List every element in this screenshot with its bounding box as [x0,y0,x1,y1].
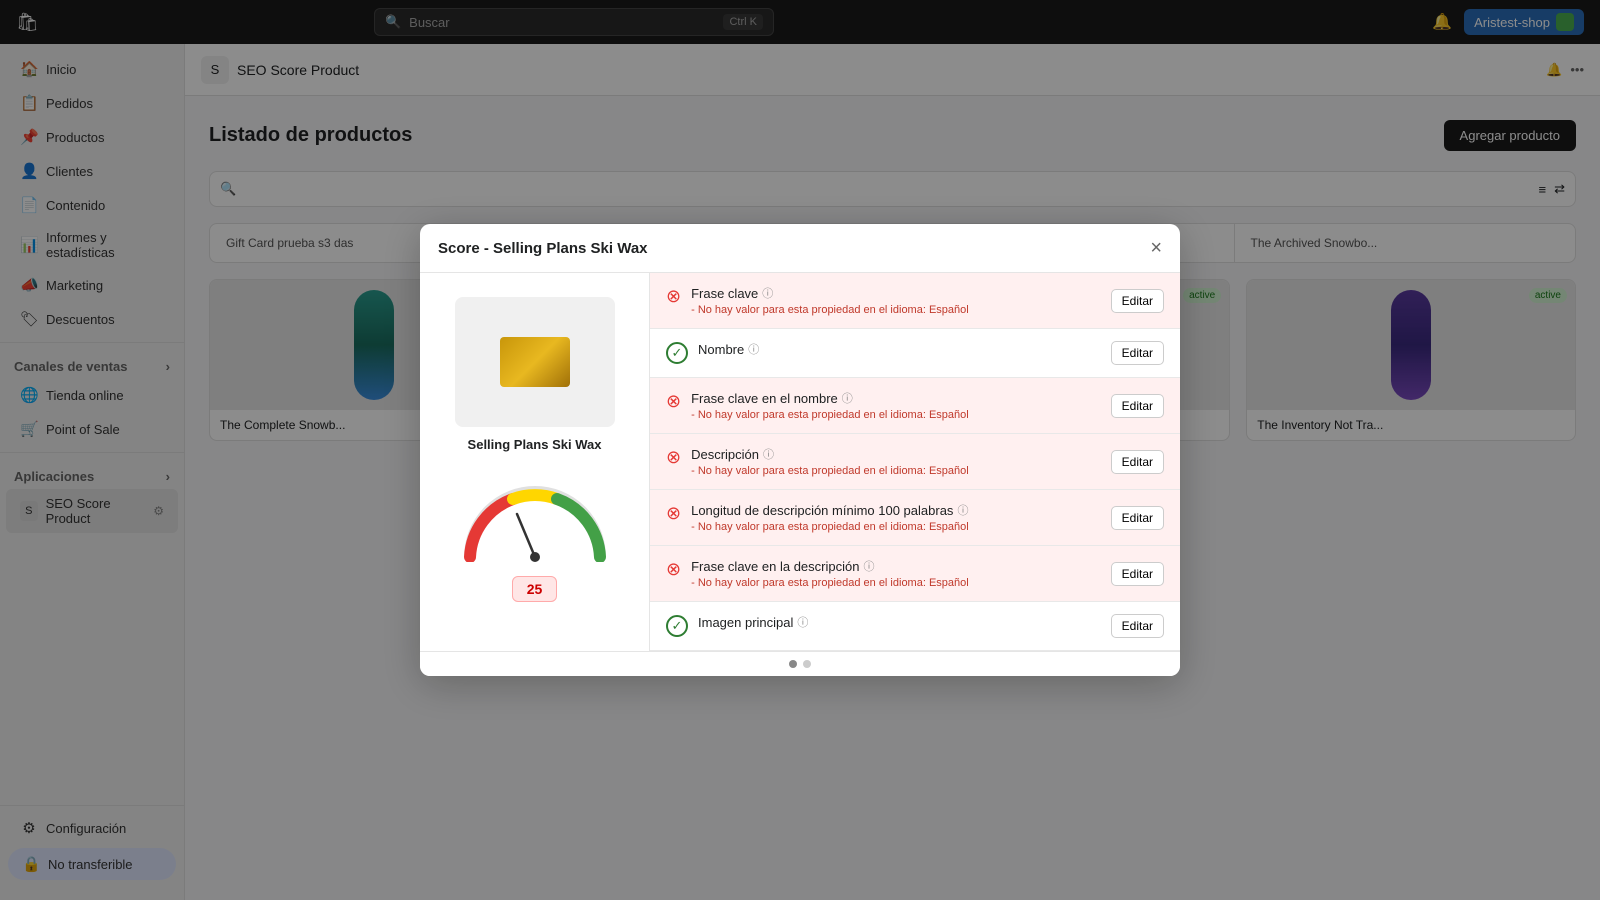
modal-title: Score - Selling Plans Ski Wax [438,240,648,257]
seo-label-4: Longitud de descripción mínimo 100 palab… [691,502,1101,518]
seo-info-icon-3: ⓘ [763,446,774,462]
seo-sub-2: - No hay valor para esta propiedad en el… [691,409,1101,421]
error-icon-3: ⊗ [666,447,681,468]
edit-button-2[interactable]: Editar [1111,394,1164,418]
seo-item-imagen-principal: ✓ Imagen principal ⓘ Editar [650,602,1180,651]
error-icon-5: ⊗ [666,559,681,580]
seo-sub-3: - No hay valor para esta propiedad en el… [691,465,1101,477]
modal-body: Selling Plans Ski Wax [420,273,1180,651]
modal-overlay[interactable]: Score - Selling Plans Ski Wax × Selling … [0,0,1600,900]
edit-button-1[interactable]: Editar [1111,341,1164,365]
edit-button-4[interactable]: Editar [1111,506,1164,530]
seo-label-6: Imagen principal ⓘ [698,614,1101,630]
error-icon-0: ⊗ [666,286,681,307]
seo-info-icon-6: ⓘ [797,614,808,630]
seo-content-6: Imagen principal ⓘ [698,614,1101,633]
modal-left-panel: Selling Plans Ski Wax [420,273,650,651]
seo-sub-0: - No hay valor para esta propiedad en el… [691,304,1101,316]
seo-score-value: 25 [512,576,558,602]
seo-content-2: Frase clave en el nombre ⓘ - No hay valo… [691,390,1101,421]
error-icon-2: ⊗ [666,391,681,412]
modal-close-button[interactable]: × [1150,238,1162,258]
seo-info-icon-4: ⓘ [957,502,968,518]
seo-score-modal: Score - Selling Plans Ski Wax × Selling … [420,224,1180,676]
seo-label-3: Descripción ⓘ [691,446,1101,462]
seo-content-0: Frase clave ⓘ - No hay valor para esta p… [691,285,1101,316]
error-icon-4: ⊗ [666,503,681,524]
seo-content-4: Longitud de descripción mínimo 100 palab… [691,502,1101,533]
wax-block-image [500,337,570,387]
ok-icon-6: ✓ [666,615,688,637]
edit-button-3[interactable]: Editar [1111,450,1164,474]
edit-button-6[interactable]: Editar [1111,614,1164,638]
modal-footer [420,651,1180,676]
seo-label-5: Frase clave en la descripción ⓘ [691,558,1101,574]
seo-sub-5: - No hay valor para esta propiedad en el… [691,577,1101,589]
modal-right-panel: ⊗ Frase clave ⓘ - No hay valor para esta… [650,273,1180,651]
edit-button-5[interactable]: Editar [1111,562,1164,586]
seo-info-icon-5: ⓘ [863,558,874,574]
seo-info-icon-0: ⓘ [762,285,773,301]
edit-button-0[interactable]: Editar [1111,289,1164,313]
gauge-svg [455,472,615,562]
ok-icon-1: ✓ [666,342,688,364]
seo-label-0: Frase clave ⓘ [691,285,1101,301]
seo-content-1: Nombre ⓘ [698,341,1101,360]
seo-label-2: Frase clave en el nombre ⓘ [691,390,1101,406]
seo-info-icon-1: ⓘ [748,341,759,357]
seo-item-frase-clave-nombre: ⊗ Frase clave en el nombre ⓘ - No hay va… [650,378,1180,434]
seo-item-descripcion: ⊗ Descripción ⓘ - No hay valor para esta… [650,434,1180,490]
product-image-box [455,297,615,427]
seo-content-5: Frase clave en la descripción ⓘ - No hay… [691,558,1101,589]
seo-label-1: Nombre ⓘ [698,341,1101,357]
seo-gauge [455,472,615,562]
seo-item-frase-clave-descripcion: ⊗ Frase clave en la descripción ⓘ - No h… [650,546,1180,602]
modal-product-name: Selling Plans Ski Wax [468,437,602,452]
dot-0 [789,660,797,668]
seo-item-frase-clave: ⊗ Frase clave ⓘ - No hay valor para esta… [650,273,1180,329]
seo-item-longitud: ⊗ Longitud de descripción mínimo 100 pal… [650,490,1180,546]
dot-1 [803,660,811,668]
seo-content-3: Descripción ⓘ - No hay valor para esta p… [691,446,1101,477]
seo-info-icon-2: ⓘ [842,390,853,406]
seo-item-nombre: ✓ Nombre ⓘ Editar [650,329,1180,378]
seo-sub-4: - No hay valor para esta propiedad en el… [691,521,1101,533]
modal-header: Score - Selling Plans Ski Wax × [420,224,1180,273]
